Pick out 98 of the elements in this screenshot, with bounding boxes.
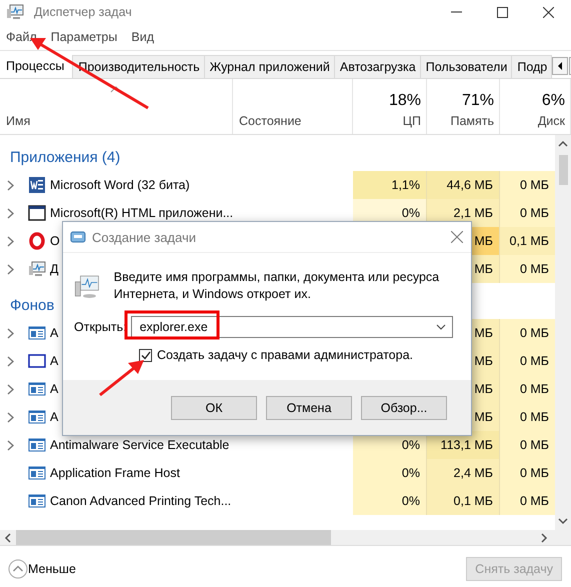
scroll-left-icon[interactable] bbox=[3, 532, 13, 542]
monitor-icon bbox=[6, 3, 24, 21]
open-label: Открыть: bbox=[74, 320, 127, 334]
usage-cell: 0,1 МБ bbox=[427, 487, 500, 515]
process-name: A bbox=[50, 382, 58, 396]
chevron-icon[interactable] bbox=[7, 264, 14, 274]
dialog-button[interactable]: Отмена bbox=[266, 396, 352, 420]
column-label: Память bbox=[450, 114, 494, 128]
annotation-arrow bbox=[99, 360, 144, 396]
process-name: Microsoft(R) HTML приложени... bbox=[50, 206, 234, 220]
chevron-icon[interactable] bbox=[7, 208, 14, 218]
usage-cell: 0 МБ bbox=[500, 319, 555, 347]
usage-cell: 1,1% bbox=[353, 171, 427, 199]
window-title: Диспетчер задач bbox=[34, 5, 133, 19]
scroll-down-icon[interactable] bbox=[558, 516, 568, 526]
usage-percent: 6% bbox=[542, 92, 565, 110]
process-name: A bbox=[50, 354, 58, 368]
usage-cell: 0% bbox=[353, 487, 427, 515]
app-window-icon bbox=[28, 437, 46, 453]
column-header[interactable]: 71% Память bbox=[427, 79, 500, 134]
usage-cell: 0 МБ bbox=[500, 487, 555, 515]
usage-cell: 0 МБ bbox=[500, 199, 555, 227]
usage-percent: 71% bbox=[462, 92, 494, 110]
fewer-details-link[interactable]: Меньше bbox=[28, 562, 76, 576]
column-header[interactable]: Состояние bbox=[233, 79, 353, 134]
dialog-button[interactable]: Обзор... bbox=[361, 396, 447, 420]
column-label: Диск bbox=[538, 114, 565, 128]
process-name: A bbox=[50, 326, 58, 340]
chevron-icon[interactable] bbox=[7, 356, 14, 366]
app-window-icon bbox=[28, 325, 46, 341]
scroll-thumb[interactable] bbox=[16, 530, 331, 545]
scroll-right-icon[interactable] bbox=[539, 532, 549, 542]
usage-cell: 44,6 МБ bbox=[427, 171, 500, 199]
chevron-icon[interactable] bbox=[7, 384, 14, 394]
scroll-thumb[interactable] bbox=[558, 155, 568, 185]
scroll-left-icon[interactable] bbox=[552, 57, 568, 75]
command-combo-box[interactable]: explorer.exe bbox=[130, 316, 453, 338]
tab[interactable]: Журнал приложений bbox=[204, 55, 335, 78]
maximize-icon bbox=[496, 6, 508, 18]
usage-cell: 0 МБ bbox=[500, 255, 555, 283]
chevron-icon[interactable] bbox=[7, 412, 14, 422]
app-window-icon bbox=[28, 465, 46, 481]
dialog-button[interactable]: ОК bbox=[171, 396, 257, 420]
process-name: A bbox=[50, 410, 58, 424]
app-window-icon bbox=[28, 409, 46, 425]
app-window-icon bbox=[28, 493, 46, 509]
column-label: ЦП bbox=[402, 114, 421, 128]
menu-item[interactable]: Параметры bbox=[50, 30, 118, 44]
usage-cell: 0 МБ bbox=[500, 459, 555, 487]
window-icon bbox=[28, 205, 46, 221]
process-name: Canon Advanced Printing Tech... bbox=[50, 494, 232, 508]
process-name: Д bbox=[50, 262, 58, 276]
usage-cell: 0% bbox=[353, 459, 427, 487]
usage-cell: 0 МБ bbox=[500, 403, 555, 431]
process-name: Antimalware Service Executable bbox=[50, 438, 230, 452]
document-icon bbox=[28, 176, 46, 194]
chevron-icon[interactable] bbox=[7, 440, 14, 450]
column-label: Состояние bbox=[239, 114, 302, 128]
process-name: Microsoft Word (32 бита) bbox=[50, 178, 190, 192]
menu-item[interactable]: Вид bbox=[131, 30, 154, 44]
usage-cell: 0 МБ bbox=[500, 375, 555, 403]
dialog-title: Создание задачи bbox=[92, 230, 197, 244]
chevron-icon[interactable] bbox=[7, 180, 14, 190]
usage-cell: 0 МБ bbox=[500, 431, 555, 459]
group-heading: Фонов bbox=[9, 296, 54, 314]
horizontal-scrollbar[interactable] bbox=[0, 530, 571, 546]
tab[interactable]: Пользователи bbox=[420, 55, 512, 78]
process-name: Application Frame Host bbox=[50, 466, 180, 480]
tab[interactable]: Автозагрузка bbox=[334, 55, 421, 78]
scroll-up-icon[interactable] bbox=[558, 139, 568, 149]
usage-cell: 0,1 МБ bbox=[500, 227, 555, 255]
ring-icon bbox=[28, 232, 46, 250]
chevron-icon[interactable] bbox=[7, 328, 14, 338]
usage-percent: 18% bbox=[388, 92, 421, 110]
minimize-icon bbox=[450, 11, 462, 13]
usage-cell: 0 МБ bbox=[500, 347, 555, 375]
vertical-scrollbar[interactable] bbox=[555, 135, 571, 530]
group-heading: Приложения (4) bbox=[9, 148, 120, 166]
column-label: Имя bbox=[6, 114, 32, 128]
monitor-icon bbox=[28, 260, 46, 278]
chevron-icon[interactable] bbox=[7, 236, 14, 246]
column-header[interactable]: Имя bbox=[0, 79, 233, 134]
column-header[interactable]: 6% Диск bbox=[500, 79, 571, 134]
process-name: O bbox=[50, 234, 60, 248]
dropdown-caret-icon[interactable] bbox=[436, 324, 446, 330]
window-frame-icon bbox=[28, 353, 46, 369]
usage-cell: 0 МБ bbox=[500, 171, 555, 199]
collapse-circle-icon[interactable] bbox=[8, 559, 28, 579]
run-icon bbox=[70, 231, 86, 243]
checkbox-label: Создать задачу с правами администратора. bbox=[157, 348, 413, 362]
usage-cell: 2,4 МБ bbox=[427, 459, 500, 487]
tab[interactable]: Производительность bbox=[72, 55, 205, 78]
tab[interactable]: Подр bbox=[511, 55, 552, 78]
close-icon bbox=[542, 6, 554, 18]
admin-checkbox[interactable] bbox=[139, 348, 152, 362]
close-icon[interactable] bbox=[451, 231, 463, 243]
app-window-icon bbox=[28, 381, 46, 397]
column-header[interactable]: 18% ЦП bbox=[353, 79, 427, 134]
